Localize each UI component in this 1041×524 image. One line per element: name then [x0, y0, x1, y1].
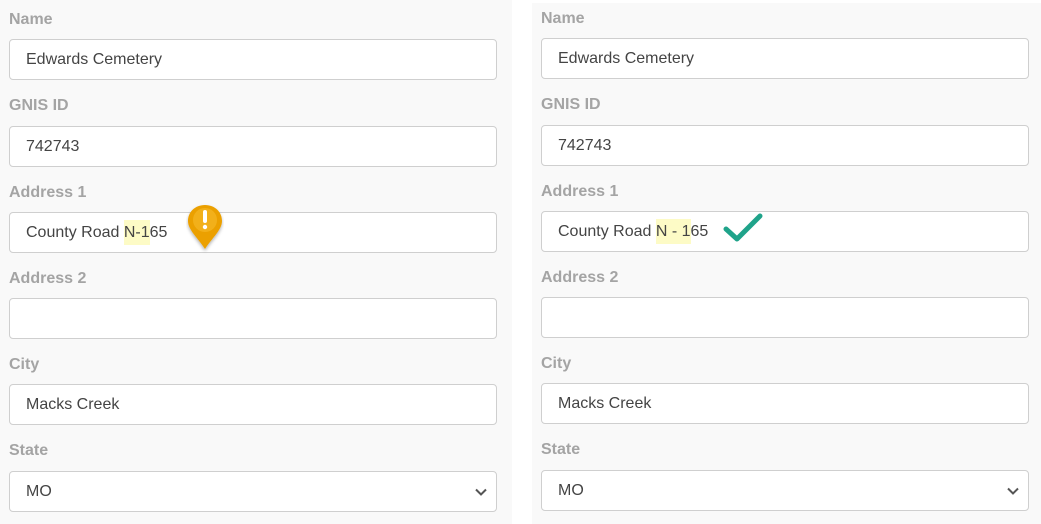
- diff-highlight: N - 1: [655, 219, 691, 244]
- address2-input[interactable]: [541, 297, 1029, 338]
- gnis-id-label: GNIS ID: [9, 97, 69, 114]
- form-panel-before: Name Edwards Cemetery GNIS ID 742743 Add…: [0, 0, 512, 524]
- city-label: City: [9, 356, 40, 373]
- address2-label: Address 2: [541, 269, 619, 286]
- address2-label: Address 2: [9, 270, 87, 287]
- address1-text-post: 65: [690, 223, 709, 240]
- state-label: State: [9, 442, 49, 459]
- name-input[interactable]: Edwards Cemetery: [9, 39, 497, 80]
- form-panel-after: Name Edwards Cemetery GNIS ID 742743 Add…: [532, 3, 1041, 524]
- gnis-id-input[interactable]: 742743: [9, 126, 497, 167]
- city-value: Macks Creek: [26, 396, 120, 413]
- name-label: Name: [541, 10, 585, 27]
- address1-input[interactable]: County Road N-165: [9, 212, 497, 253]
- chevron-down-icon: [475, 488, 487, 496]
- address1-value: County Road N-165: [26, 220, 168, 245]
- address1-text-pre: County Road: [26, 224, 124, 241]
- name-input[interactable]: Edwards Cemetery: [541, 38, 1029, 79]
- state-select[interactable]: MO: [541, 470, 1029, 511]
- gnis-id-label: GNIS ID: [541, 96, 601, 113]
- state-value: MO: [26, 483, 52, 500]
- address1-text-pre: County Road: [558, 223, 656, 240]
- address1-label: Address 1: [541, 183, 619, 200]
- warning-pin-icon: [188, 205, 222, 249]
- city-input[interactable]: Macks Creek: [9, 384, 497, 425]
- diff-highlight: N-1: [123, 220, 150, 245]
- address2-input[interactable]: [9, 298, 497, 339]
- checkmark-icon: [723, 213, 763, 242]
- gnis-id-value: 742743: [558, 137, 612, 154]
- chevron-down-icon: [1007, 487, 1019, 495]
- address1-text-post: 65: [149, 224, 168, 241]
- city-label: City: [541, 355, 572, 372]
- city-input[interactable]: Macks Creek: [541, 383, 1029, 424]
- address1-value: County Road N - 165: [558, 219, 709, 244]
- state-value: MO: [558, 482, 584, 499]
- gnis-id-input[interactable]: 742743: [541, 125, 1029, 166]
- name-value: Edwards Cemetery: [26, 51, 163, 68]
- name-label: Name: [9, 11, 53, 28]
- address1-input[interactable]: County Road N - 165: [541, 211, 1029, 252]
- state-label: State: [541, 441, 581, 458]
- address1-label: Address 1: [9, 184, 87, 201]
- name-value: Edwards Cemetery: [558, 50, 695, 67]
- state-select[interactable]: MO: [9, 471, 497, 512]
- gnis-id-value: 742743: [26, 138, 80, 155]
- city-value: Macks Creek: [558, 395, 652, 412]
